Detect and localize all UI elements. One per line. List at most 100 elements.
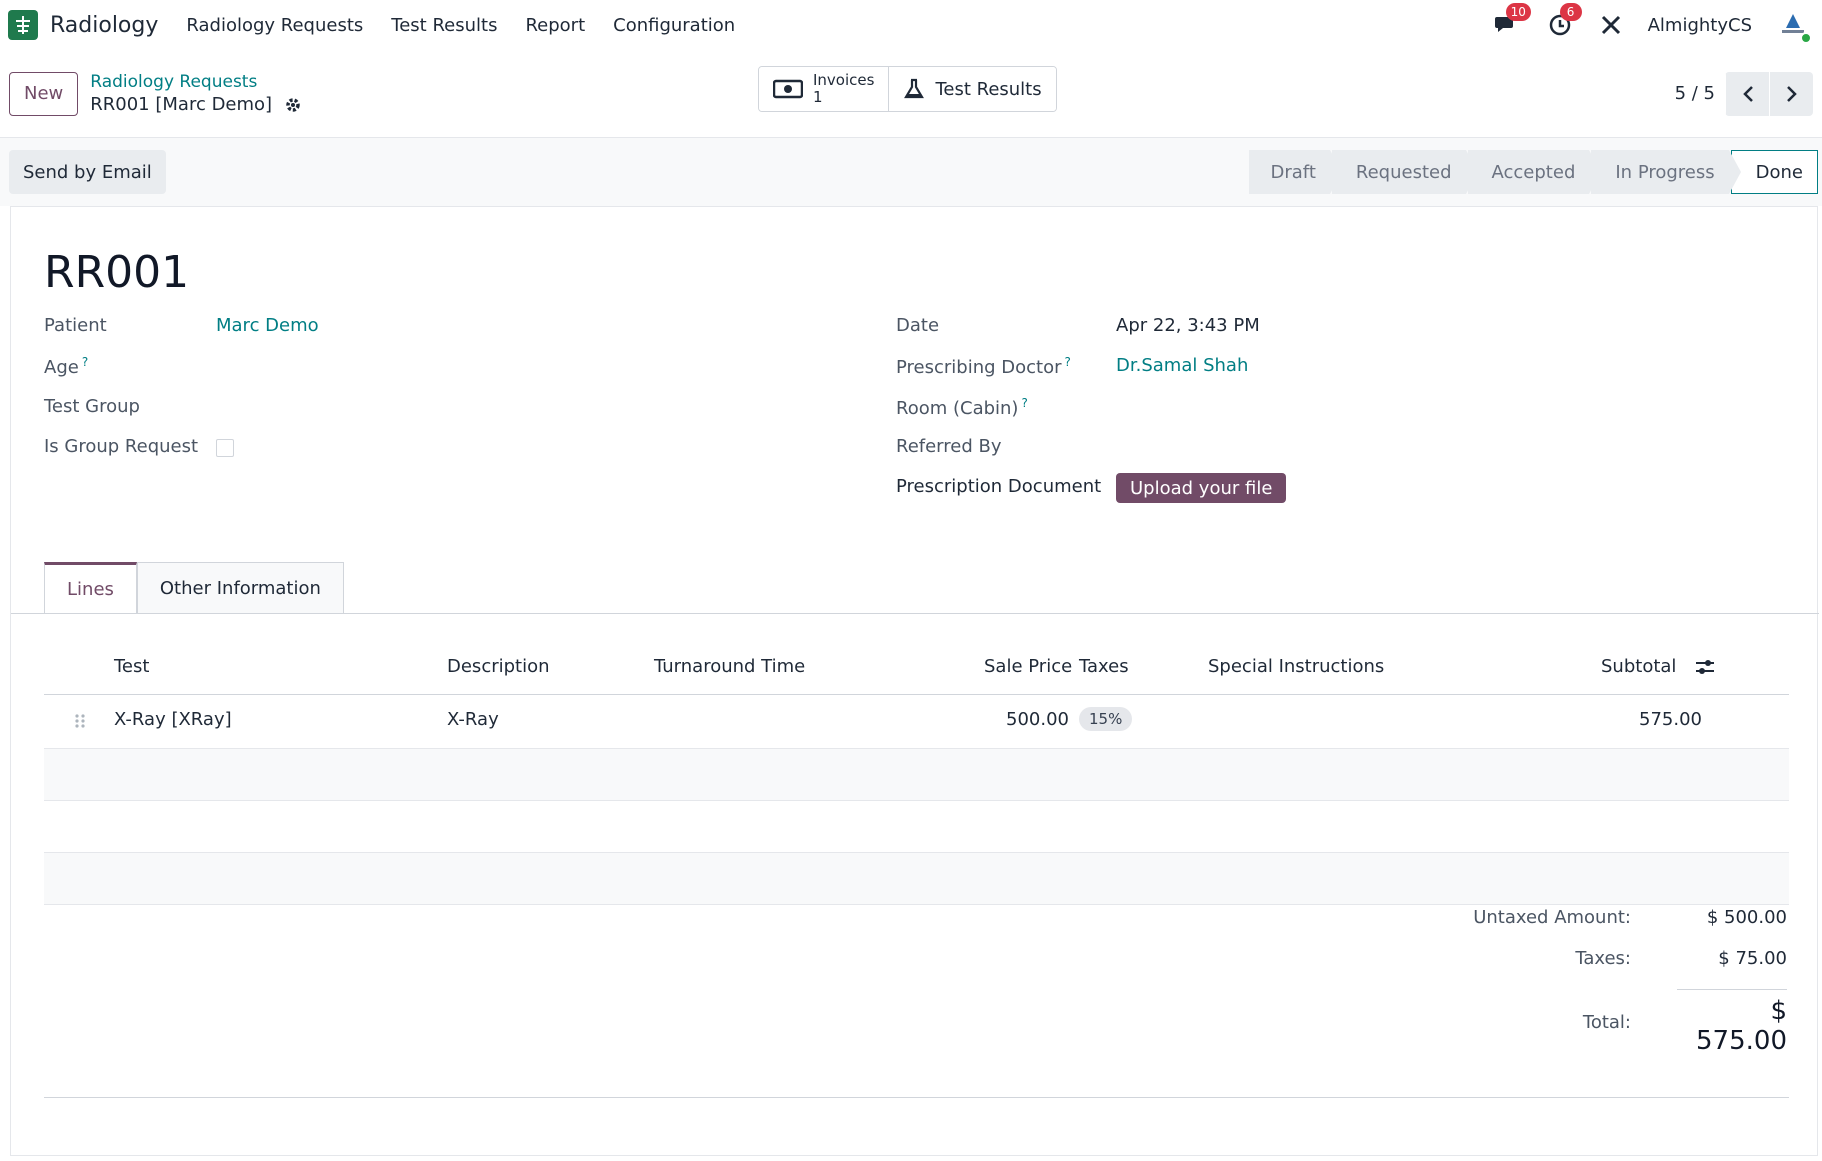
optional-columns-icon[interactable] bbox=[1694, 657, 1716, 677]
app-brand[interactable]: Radiology bbox=[8, 10, 158, 40]
form-sheet: RR001 Patient Marc Demo Age? Test Group … bbox=[10, 206, 1819, 1156]
pager-previous-button[interactable] bbox=[1725, 71, 1769, 116]
upload-file-button[interactable]: Upload your file bbox=[1116, 473, 1287, 503]
menu-radiology-requests[interactable]: Radiology Requests bbox=[186, 15, 363, 36]
breadcrumb-parent[interactable]: Radiology Requests bbox=[90, 72, 302, 92]
age-label: Age? bbox=[44, 355, 88, 378]
untaxed-row: Untaxed Amount: $ 500.00 bbox=[1367, 907, 1787, 928]
stage-arrow bbox=[1465, 150, 1478, 194]
empty-row bbox=[44, 853, 1789, 905]
untaxed-label: Untaxed Amount: bbox=[1473, 907, 1631, 928]
new-button[interactable]: New bbox=[9, 71, 79, 116]
prescription-label: Prescription Document bbox=[896, 476, 1102, 497]
tab-divider bbox=[11, 613, 1819, 614]
messages-button[interactable]: 10 bbox=[1492, 3, 1531, 39]
stage-done[interactable]: Done bbox=[1730, 150, 1818, 194]
radiology-app-icon bbox=[8, 10, 38, 40]
untaxed-value: $ 500.00 bbox=[1706, 907, 1787, 928]
col-special-instructions[interactable]: Special Instructions bbox=[1208, 656, 1384, 677]
chevron-left-icon bbox=[1742, 85, 1753, 102]
messages-badge: 10 bbox=[1505, 3, 1531, 21]
age-label-text: Age bbox=[44, 357, 79, 378]
pager: 5 / 5 bbox=[1675, 71, 1813, 116]
col-test[interactable]: Test bbox=[114, 656, 149, 677]
doctor-label: Prescribing Doctor? bbox=[896, 355, 1071, 378]
invoices-count: 1 bbox=[813, 88, 823, 106]
stage-requested[interactable]: Requested bbox=[1331, 150, 1478, 194]
systray: 10 6 AlmightyCS bbox=[1492, 3, 1814, 44]
top-navbar: Radiology Radiology Requests Test Result… bbox=[0, 0, 1822, 50]
referred-by-label: Referred By bbox=[896, 436, 1002, 457]
breadcrumb: Radiology Requests RR001 [Marc Demo] bbox=[90, 72, 302, 115]
doctor-label-text: Prescribing Doctor bbox=[896, 357, 1062, 378]
sheet-bottom-divider bbox=[44, 1097, 1789, 1098]
line-sale-price: 500.00 bbox=[1006, 709, 1069, 730]
empty-row bbox=[44, 801, 1789, 853]
activities-badge: 6 bbox=[1559, 3, 1582, 21]
date-label: Date bbox=[896, 315, 940, 336]
tab-lines[interactable]: Lines bbox=[44, 562, 137, 614]
send-by-email-button[interactable]: Send by Email bbox=[9, 150, 166, 194]
stage-arrow bbox=[1329, 150, 1342, 194]
invoices-label: Invoices bbox=[813, 71, 875, 89]
line-taxes: 15% bbox=[1079, 707, 1133, 731]
test-group-label: Test Group bbox=[44, 396, 140, 417]
doctor-field[interactable]: Dr.Samal Shah bbox=[1116, 355, 1248, 376]
pager-value[interactable]: 5 / 5 bbox=[1675, 83, 1715, 104]
menu-test-results[interactable]: Test Results bbox=[391, 15, 497, 36]
col-taxes[interactable]: Taxes bbox=[1079, 656, 1129, 677]
gear-icon[interactable] bbox=[284, 96, 302, 114]
test-results-label: Test Results bbox=[935, 78, 1042, 100]
table-row[interactable]: X-Ray [XRay] X-Ray 500.00 15% 575.00 bbox=[44, 695, 1789, 749]
stage-arrow bbox=[1589, 150, 1602, 194]
flask-icon bbox=[904, 78, 925, 99]
col-subtotal[interactable]: Subtotal bbox=[1601, 656, 1676, 677]
date-field[interactable]: Apr 22, 3:43 PM bbox=[1116, 315, 1260, 336]
control-panel: New Radiology Requests RR001 [Marc Demo]… bbox=[0, 50, 1822, 138]
tab-other-information[interactable]: Other Information bbox=[136, 562, 344, 614]
online-status-dot bbox=[1800, 32, 1812, 44]
stage-arrow bbox=[1728, 150, 1741, 194]
stage-in-progress[interactable]: In Progress bbox=[1591, 150, 1741, 194]
tax-badge: 15% bbox=[1079, 707, 1133, 731]
total-label: Total: bbox=[1582, 1012, 1631, 1033]
smart-buttons: Invoices 1 Test Results bbox=[758, 66, 1057, 112]
main-menu: Radiology Requests Test Results Report C… bbox=[186, 15, 735, 36]
menu-configuration[interactable]: Configuration bbox=[613, 15, 735, 36]
menu-report[interactable]: Report bbox=[525, 15, 585, 36]
money-icon bbox=[773, 79, 803, 99]
patient-field[interactable]: Marc Demo bbox=[216, 315, 319, 336]
invoices-smart-button[interactable]: Invoices 1 bbox=[759, 67, 889, 111]
group-request-checkbox[interactable] bbox=[216, 439, 234, 457]
taxes-row: Taxes: $ 75.00 bbox=[1367, 948, 1787, 969]
invoices-stack: Invoices 1 bbox=[813, 72, 874, 106]
taxes-label: Taxes: bbox=[1575, 948, 1631, 969]
room-label-text: Room (Cabin) bbox=[896, 398, 1019, 419]
pager-next-button[interactable] bbox=[1769, 71, 1813, 116]
company-name[interactable]: AlmightyCS bbox=[1648, 15, 1752, 36]
activities-button[interactable]: 6 bbox=[1546, 3, 1582, 39]
help-icon[interactable]: ? bbox=[82, 355, 88, 369]
stage-draft[interactable]: Draft bbox=[1248, 150, 1342, 194]
chevron-right-icon bbox=[1786, 85, 1797, 102]
taxes-value: $ 75.00 bbox=[1718, 948, 1787, 969]
room-label: Room (Cabin)? bbox=[896, 396, 1028, 419]
pager-buttons bbox=[1725, 71, 1813, 116]
stage-accepted[interactable]: Accepted bbox=[1467, 150, 1602, 194]
lines-table-header: Test Description Turnaround Time Sale Pr… bbox=[44, 637, 1789, 695]
user-avatar[interactable] bbox=[1778, 10, 1812, 44]
drag-handle-icon[interactable] bbox=[74, 713, 86, 729]
col-turnaround[interactable]: Turnaround Time bbox=[654, 656, 805, 677]
tools-icon[interactable] bbox=[1600, 14, 1622, 36]
help-icon[interactable]: ? bbox=[1065, 355, 1071, 369]
stage-label: Accepted bbox=[1491, 161, 1576, 183]
test-results-smart-button[interactable]: Test Results bbox=[888, 67, 1056, 111]
empty-row bbox=[44, 749, 1789, 801]
app-name: Radiology bbox=[50, 12, 159, 38]
col-description[interactable]: Description bbox=[447, 656, 550, 677]
breadcrumb-current: RR001 [Marc Demo] bbox=[90, 94, 302, 115]
help-icon[interactable]: ? bbox=[1021, 396, 1027, 410]
stage-label: Requested bbox=[1355, 161, 1452, 183]
line-test[interactable]: X-Ray [XRay] bbox=[114, 709, 232, 730]
col-sale-price[interactable]: Sale Price bbox=[984, 656, 1072, 677]
